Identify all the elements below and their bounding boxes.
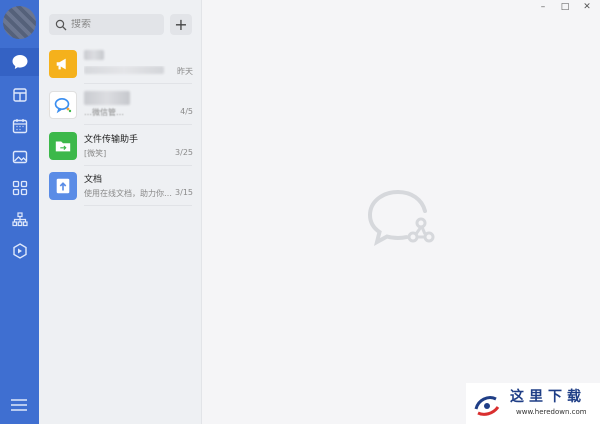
org-chart-nav-button[interactable] — [0, 206, 39, 234]
search-input[interactable] — [71, 19, 161, 30]
divider — [84, 83, 192, 84]
chat-item[interactable]: 文档 使用在线文档，助力你… 3/15 — [39, 166, 202, 206]
add-icon: + — [174, 14, 188, 34]
wedrive-nav-button[interactable] — [0, 237, 39, 265]
document-icon — [49, 172, 77, 200]
chat-bubble-icon — [12, 55, 27, 69]
divider — [84, 205, 192, 206]
folder-transfer-icon — [49, 132, 77, 160]
chat-preview — [84, 66, 172, 76]
chat-time: 3/25 — [175, 148, 193, 157]
divider — [84, 124, 192, 125]
chat-item[interactable]: 昨天 — [39, 44, 202, 84]
close-button[interactable]: ✕ — [579, 2, 595, 12]
hamburger-menu-icon[interactable] — [10, 398, 28, 412]
chat-name — [84, 50, 104, 63]
org-chart-icon — [11, 212, 28, 227]
wecom-logo-placeholder-icon — [367, 190, 435, 246]
chat-preview: [微笑] — [84, 149, 107, 158]
hexagon-icon — [12, 243, 27, 259]
chat-name: 文件传输助手 — [84, 135, 139, 145]
grid-apps-icon — [12, 180, 27, 196]
watermark-logo-icon — [474, 396, 500, 416]
chat-time: 昨天 — [177, 67, 193, 76]
messages-nav-button[interactable] — [0, 48, 39, 76]
main-content-pane: – □ ✕ — [202, 0, 600, 424]
search-box[interactable] — [49, 14, 164, 35]
image-icon — [12, 150, 27, 164]
chat-item[interactable]: …微信管… 4/5 — [39, 85, 202, 125]
search-icon — [55, 19, 67, 30]
watermark-text: 这里下载 — [510, 389, 586, 405]
contacts-nav-button[interactable] — [0, 81, 39, 109]
calendar-nav-button[interactable] — [0, 112, 39, 140]
conversation-list-panel: + 昨天 …微信管… 4/5 文件传输助手 [微笑] 3/25 文档 — [39, 0, 202, 424]
navigation-rail — [0, 0, 39, 424]
announcement-icon — [49, 50, 77, 78]
chat-item[interactable]: 文件传输助手 [微笑] 3/25 — [39, 126, 202, 166]
avatar[interactable] — [3, 6, 36, 39]
workbench-nav-button[interactable] — [0, 174, 39, 202]
chat-preview: 使用在线文档，助力你… — [84, 189, 172, 198]
wecom-icon — [49, 91, 77, 119]
watermark: 这里下载 www.heredown.com — [466, 383, 600, 424]
maximize-button[interactable]: □ — [557, 2, 573, 12]
chat-name — [84, 91, 130, 108]
minimize-button[interactable]: – — [535, 2, 551, 12]
chat-preview: …微信管… — [84, 107, 172, 118]
photos-nav-button[interactable] — [0, 143, 39, 171]
chat-name: 文档 — [84, 175, 103, 185]
calendar-icon — [12, 119, 27, 134]
chat-time: 4/5 — [180, 107, 193, 116]
add-button[interactable]: + — [170, 14, 192, 35]
chat-preview-text: …微信管… — [84, 108, 124, 117]
cube-box-icon — [12, 88, 27, 102]
chat-time: 3/15 — [175, 188, 193, 197]
watermark-url: www.heredown.com — [516, 408, 587, 416]
